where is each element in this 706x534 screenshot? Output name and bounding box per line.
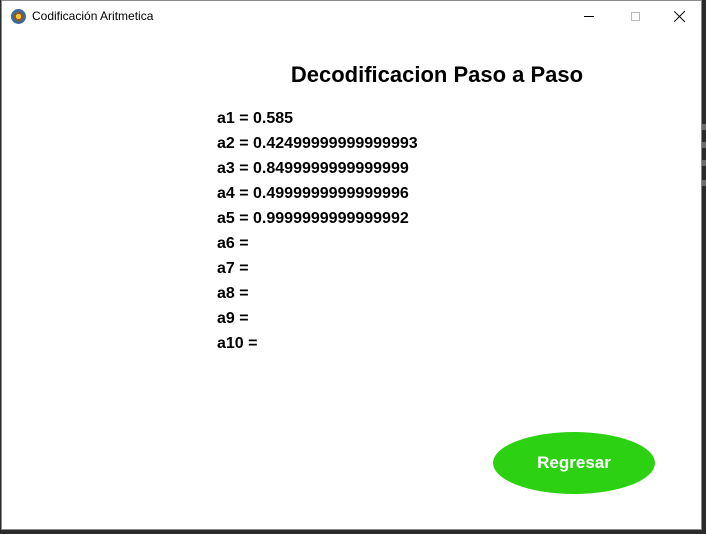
step-row-a9: a9 =: [217, 309, 418, 334]
back-button[interactable]: Regresar: [493, 432, 655, 494]
step-row-a4: a4 = 0.4999999999999996: [217, 184, 418, 209]
step-row-a2: a2 = 0.42499999999999993: [217, 134, 418, 159]
background-window-edge: [702, 180, 706, 186]
background-window-edge: [702, 142, 706, 148]
step-value: 0.4999999999999996: [253, 185, 409, 202]
page-title: Decodificacion Paso a Paso: [290, 62, 584, 87]
step-label: a5 =: [217, 210, 254, 227]
step-row-a1: a1 = 0.585: [217, 109, 418, 134]
step-label: a8 =: [217, 285, 254, 302]
step-row-a5: a5 = 0.9999999999999992: [217, 209, 418, 234]
step-label: a9 =: [217, 310, 254, 327]
close-button[interactable]: [657, 1, 703, 31]
step-row-a3: a3 = 0.8499999999999999: [217, 159, 418, 184]
maximize-icon: [630, 11, 640, 21]
maximize-button[interactable]: [612, 1, 658, 31]
step-value: 0.585: [253, 110, 294, 127]
step-label: a3 =: [217, 160, 254, 177]
step-row-a6: a6 =: [217, 234, 418, 259]
step-label: a1 =: [217, 110, 254, 127]
step-value: 0.9999999999999992: [253, 210, 409, 227]
step-label: a7 =: [217, 260, 254, 277]
app-window: Codificación Aritmetica Decodificacion P…: [1, 0, 702, 530]
step-row-a10: a10 =: [217, 334, 418, 359]
minimize-button[interactable]: [566, 1, 612, 31]
step-row-a7: a7 =: [217, 259, 418, 284]
step-row-a8: a8 =: [217, 284, 418, 309]
step-value: 0.42499999999999993: [253, 135, 418, 152]
minimize-icon: [584, 15, 594, 17]
step-label: a4 =: [217, 185, 254, 202]
background-window-edge: [702, 160, 706, 166]
close-icon: [674, 10, 686, 22]
decoding-steps-list: a1 = 0.585 a2 = 0.42499999999999993 a3 =…: [217, 109, 418, 359]
app-icon: [11, 9, 26, 24]
step-label: a6 =: [217, 235, 254, 252]
background-window-edge: [702, 124, 706, 130]
step-label: a10 =: [217, 335, 262, 352]
title-bar[interactable]: Codificación Aritmetica: [2, 1, 701, 32]
step-value: 0.8499999999999999: [253, 160, 409, 177]
window-title: Codificación Aritmetica: [32, 9, 154, 23]
step-label: a2 =: [217, 135, 254, 152]
